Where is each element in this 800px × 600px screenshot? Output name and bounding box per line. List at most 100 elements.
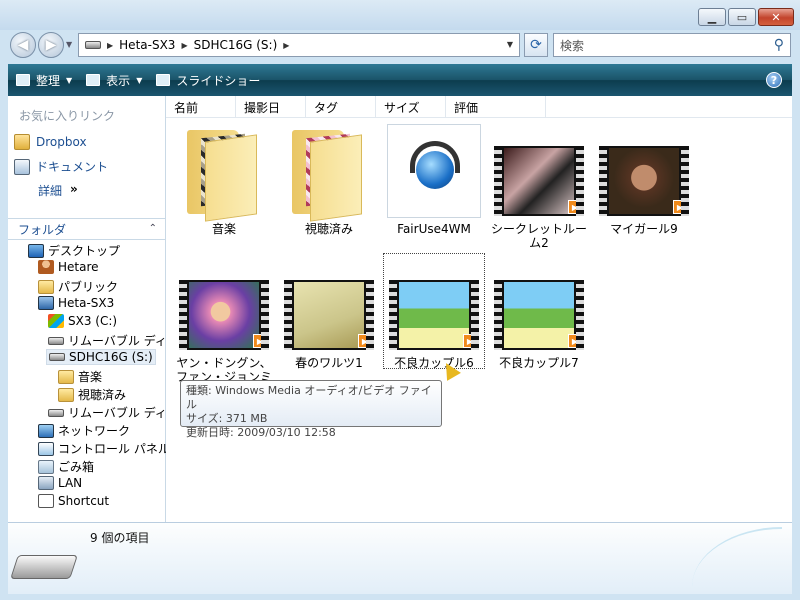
favorite-link-label: ドキュメント	[36, 160, 109, 174]
tooltip-type: 種類: Windows Media オーディオ/ビデオ ファイル	[186, 384, 432, 411]
file-info-tooltip: 種類: Windows Media オーディオ/ビデオ ファイル サイズ: 37…	[180, 380, 442, 439]
back-button[interactable]: ◀	[10, 32, 36, 58]
navigation-pane: お気に入りリンク Dropbox ドキュメント 詳細 » フォルダ ⌃ デスクト…	[8, 96, 170, 522]
refresh-icon: ⟳	[530, 37, 542, 53]
play-icon: ▶	[568, 334, 582, 348]
favorite-link-dropbox[interactable]: Dropbox	[14, 134, 87, 150]
tree-label: 音楽	[78, 370, 103, 384]
drive-icon	[85, 41, 101, 49]
organize-button[interactable]: 整理 ▼	[16, 72, 72, 89]
column-date-taken[interactable]: 撮影日	[236, 96, 306, 118]
recent-pages-dropdown[interactable]: ▼	[66, 40, 72, 49]
tree-item-public[interactable]: パブリック	[38, 278, 118, 295]
chevron-right-icon[interactable]: ▶	[107, 41, 113, 50]
network-icon	[38, 423, 54, 438]
folders-header[interactable]: フォルダ ⌃	[8, 218, 165, 240]
help-icon[interactable]: ?	[766, 72, 782, 88]
column-size[interactable]: サイズ	[376, 96, 446, 118]
folder-icon	[38, 279, 54, 294]
file-item-fairuse4wm[interactable]: FairUse4WM	[384, 124, 484, 236]
removable-drive-icon	[48, 408, 64, 417]
tree-item-control-panel[interactable]: コントロール パネル	[38, 440, 170, 457]
view-button[interactable]: 表示 ▼	[86, 72, 142, 89]
search-input[interactable]: 検索 ⚲	[553, 33, 791, 57]
close-button[interactable]: ✕	[758, 8, 794, 26]
title-bar: ▁ ▭ ✕	[0, 0, 800, 30]
desktop-icon	[28, 243, 44, 258]
chevron-right-icon[interactable]: ▶	[181, 41, 187, 50]
tree-label: SX3 (C:)	[68, 314, 118, 328]
forward-arrow-icon: ▶	[45, 37, 57, 53]
favorite-link-documents[interactable]: ドキュメント	[14, 158, 108, 175]
file-label: マイガール9	[610, 222, 678, 236]
favorite-link-label: Dropbox	[36, 135, 87, 149]
dropbox-folder-icon	[14, 134, 30, 150]
address-dropdown[interactable]: ▼	[507, 40, 513, 49]
search-placeholder: 検索	[560, 38, 585, 53]
tree-item-recycle-bin[interactable]: ごみ箱	[38, 458, 94, 475]
tree-item-sdhc16g[interactable]: SDHC16G (S:)	[46, 349, 156, 365]
organize-label: 整理	[36, 73, 61, 88]
removable-drive-icon	[48, 336, 64, 345]
tree-item-lan[interactable]: LAN	[38, 476, 82, 490]
minimize-button[interactable]: ▁	[698, 8, 726, 26]
slideshow-button[interactable]: スライドショー	[156, 72, 260, 89]
window-controls: ▁ ▭ ✕	[698, 8, 794, 26]
folders-title: フォルダ	[18, 222, 67, 237]
column-rating[interactable]: 評価	[446, 96, 546, 118]
play-icon: ▶	[568, 200, 582, 214]
file-item-bad-couple-7[interactable]: ▶ 不良カップル7	[489, 258, 589, 370]
breadcrumb-drive[interactable]: SDHC16G (S:)	[194, 38, 278, 52]
tree-item-network[interactable]: ネットワーク	[38, 422, 130, 439]
tree-item-drive-c[interactable]: SX3 (C:)	[48, 314, 117, 328]
command-bar: 整理 ▼ 表示 ▼ スライドショー ?	[8, 64, 792, 96]
tree-item-desktop[interactable]: デスクトップ	[28, 242, 120, 259]
column-tags[interactable]: タグ	[306, 96, 376, 118]
tree-item-watched[interactable]: 視聴済み	[58, 386, 126, 403]
forward-button[interactable]: ▶	[38, 32, 64, 58]
tree-item-music[interactable]: 音楽	[58, 368, 102, 385]
file-item-watched[interactable]: 視聴済み	[279, 124, 379, 236]
refresh-button[interactable]: ⟳	[524, 33, 548, 57]
more-links-label: 詳細	[38, 184, 63, 198]
file-item-bad-couple-6[interactable]: ▶ 不良カップル6	[383, 253, 485, 370]
more-links-button[interactable]: 詳細 »	[38, 182, 78, 199]
file-item-my-girl-9[interactable]: ▶ マイガール9	[594, 124, 694, 236]
slideshow-icon	[156, 74, 171, 86]
tree-label: コントロール パネル	[58, 442, 170, 456]
tooltip-modified: 更新日時: 2009/03/10 12:58	[186, 426, 336, 439]
folder-icon	[282, 124, 376, 222]
file-item-spring-waltz-1[interactable]: ▶ 春のワルツ1	[279, 258, 379, 370]
tree-label: 視聴済み	[78, 388, 127, 402]
tree-item-shortcut[interactable]: Shortcut	[38, 494, 109, 508]
address-bar[interactable]: ▶ Heta-SX3 ▶ SDHC16G (S:) ▶ ▼	[78, 33, 520, 57]
tree-item-hetare[interactable]: Hetare	[38, 260, 99, 274]
file-label: 不良カップル6	[394, 356, 474, 370]
file-item-music[interactable]: 音楽	[174, 124, 274, 236]
video-thumbnail: ▶	[177, 258, 271, 352]
video-thumbnail: ▶	[387, 258, 481, 352]
chevron-up-icon: ⌃	[148, 223, 157, 234]
tree-label: リムーバブル ディ	[68, 334, 167, 348]
file-item-secret-room-2[interactable]: ▶ シークレットルーム2	[489, 124, 589, 250]
maximize-icon: ▭	[736, 10, 748, 24]
user-icon	[38, 260, 54, 274]
shortcut-icon	[38, 494, 54, 508]
tree-item-computer[interactable]: Heta-SX3	[38, 296, 114, 310]
tree-label: SDHC16G (S:)	[69, 350, 153, 364]
file-item-yang-dong-geun[interactable]: ▶ ヤン・ドングン、ファン・ジョンミン、ソン...	[174, 258, 274, 384]
removable-drive-icon	[10, 555, 78, 579]
close-icon: ✕	[771, 10, 781, 24]
chevron-right-icon[interactable]: ▶	[283, 41, 289, 50]
breadcrumb-computer[interactable]: Heta-SX3	[119, 38, 175, 52]
file-label: FairUse4WM	[397, 222, 471, 236]
maximize-button[interactable]: ▭	[728, 8, 756, 26]
folder-icon	[58, 387, 74, 402]
tree-label: Hetare	[58, 260, 99, 274]
column-name[interactable]: 名前	[166, 96, 236, 118]
search-icon[interactable]: ⚲	[774, 37, 784, 53]
tree-item-removable-1[interactable]: リムーバブル ディ	[48, 332, 167, 349]
decorative-swoosh	[692, 527, 782, 587]
chevron-down-icon: ▼	[66, 75, 73, 85]
tree-item-removable-2[interactable]: リムーバブル ディ	[48, 404, 167, 421]
